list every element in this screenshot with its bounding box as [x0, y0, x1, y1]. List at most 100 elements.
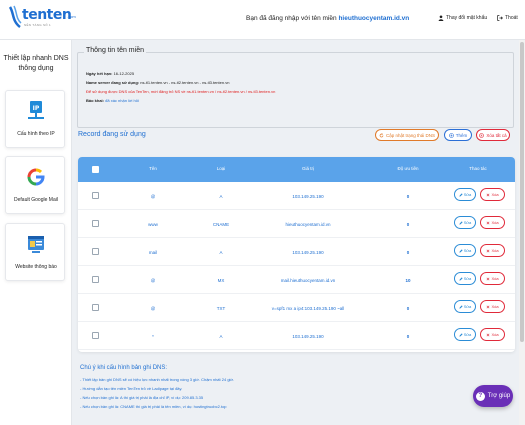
login-prefix: Bạn đã đăng nhập với tên miền	[246, 15, 339, 22]
sidebar-title: Thiết lập nhanh DNS thông dụng	[3, 55, 69, 72]
note-item: - Hướng dẫn tạo tên miền TenTen trỏ về L…	[80, 386, 183, 391]
top-header: tenten .com NỀN TẢNG SỐ 1 Bạn đã đăng nh…	[0, 0, 525, 40]
refresh-icon	[379, 132, 384, 137]
expiry-value: 16-12-2025	[113, 71, 135, 76]
delete-label: Xóa	[491, 332, 499, 337]
help-icon: ?	[475, 391, 485, 401]
google-mail-card[interactable]: Default Google Mail	[5, 156, 65, 214]
record-name: @	[150, 278, 156, 283]
record-priority: 0	[406, 334, 410, 339]
tenten-logo[interactable]: tenten .com NỀN TẢNG SỐ 1	[8, 5, 78, 33]
delete-label: Xóa	[491, 276, 499, 281]
record-value: hieuthuocyentam.id.vn	[285, 222, 331, 227]
change-password-link[interactable]: Thay đổi mật khẩu	[438, 15, 487, 21]
delete-record-button[interactable]: Xóa	[480, 300, 505, 313]
col-actions: Thao tác	[469, 166, 487, 171]
edit-record-button[interactable]: Sửa	[454, 328, 476, 341]
table-row: mail A 103.149.25.190 0 Sửa Xóa	[78, 238, 515, 266]
add-record-button[interactable]: Thêm	[444, 129, 472, 141]
delete-record-button[interactable]: Xóa	[480, 216, 505, 229]
note-item: - Nếu chọn bản ghi là: A thì giá trị phả…	[80, 395, 204, 400]
close-icon	[487, 305, 490, 308]
website-notice-card[interactable]: Website thông báo	[5, 223, 65, 281]
row-checkbox[interactable]	[92, 304, 99, 311]
delete-label: Xóa	[491, 304, 499, 309]
edit-record-button[interactable]: Sửa	[454, 300, 476, 313]
edit-label: Sửa	[463, 220, 472, 225]
delete-record-button[interactable]: Xóa	[480, 272, 505, 285]
col-type: Loại	[216, 166, 226, 171]
logout-link[interactable]: Thoát	[497, 15, 518, 21]
select-all-checkbox[interactable]	[92, 166, 99, 173]
login-domain-link[interactable]: hieuthuocyentam.id.vn	[338, 15, 409, 22]
pencil-icon	[459, 304, 463, 309]
delete-record-button[interactable]: Xóa	[480, 328, 505, 341]
logo-tagline: NỀN TẢNG SỐ 1	[24, 23, 52, 27]
record-name: @	[150, 306, 156, 311]
delete-record-button[interactable]: Xóa	[480, 188, 505, 201]
edit-label: Sửa	[463, 276, 472, 281]
ip-config-card[interactable]: IP Cấu hình theo IP	[5, 90, 65, 148]
update-dns-status-button[interactable]: Cập nhật trạng thái DNS	[375, 129, 439, 141]
scroll-thumb[interactable]	[520, 42, 524, 342]
edit-record-button[interactable]: Sửa	[454, 216, 476, 229]
nameserver-line: Name server đang sử dụng: ns-tl1.tenten.…	[86, 80, 229, 85]
expiry-line: Ngày hết hạn: 16-12-2025	[86, 71, 134, 76]
edit-record-button[interactable]: Sửa	[454, 188, 476, 201]
col-priority: Độ ưu tiên	[397, 166, 419, 171]
website-icon	[28, 236, 44, 253]
pencil-icon	[459, 248, 463, 253]
quick-setup-sidebar: Thiết lập nhanh DNS thông dụng IP Cấu hì…	[0, 40, 72, 425]
row-checkbox[interactable]	[92, 332, 99, 339]
nameserver-value: ns-tl1.tenten.vn - ns-tl2.tenten.vn - ns…	[140, 80, 230, 85]
delete-label: Xóa	[491, 220, 499, 225]
edit-label: Sửa	[463, 248, 472, 253]
dns-records-table: Tên Loại Giá trị Độ ưu tiên Thao tác @ A 1…	[78, 157, 515, 352]
record-value: 103.149.25.190	[292, 194, 324, 199]
gmail-icon	[27, 168, 45, 186]
delete-record-button[interactable]: Xóa	[480, 244, 505, 257]
logo-com: .com	[67, 14, 76, 19]
record-type: MX	[217, 278, 225, 283]
col-value: Giá trị	[301, 166, 314, 171]
close-icon	[487, 221, 490, 224]
table-row: www CNAME hieuthuocyentam.id.vn 0 Sửa Xóa	[78, 210, 515, 238]
edit-record-button[interactable]: Sửa	[454, 244, 476, 257]
record-name: *	[152, 334, 154, 339]
record-name: @	[150, 194, 156, 199]
table-row: @ MX mail.hieuthuocyentam.id.vn 10 Sửa Xóa	[78, 266, 515, 294]
delete-label: Xóa	[491, 192, 499, 197]
record-name: mail	[148, 250, 158, 255]
page-scrollbar[interactable]	[519, 40, 525, 425]
record-name: www	[148, 222, 158, 227]
table-row: @ A 103.149.25.190 0 Sửa Xóa	[78, 182, 515, 210]
row-checkbox[interactable]	[92, 220, 99, 227]
row-checkbox[interactable]	[92, 276, 99, 283]
row-checkbox[interactable]	[92, 192, 99, 199]
help-button[interactable]: ? Trợ giúp	[473, 385, 513, 407]
login-info: Bạn đã đăng nhập với tên miền hieuthuocy…	[246, 15, 409, 22]
note-item: - Thiết lập bản ghi DNS sẽ có hiệu lực n…	[80, 377, 235, 382]
records-title: Record đang sử dụng	[78, 131, 146, 138]
logo-text: tenten	[22, 7, 72, 23]
delete-all-button[interactable]: Xóa tất cả	[476, 129, 510, 141]
record-value: 103.149.25.190	[292, 250, 324, 255]
row-checkbox[interactable]	[92, 248, 99, 255]
record-value: v=spf1 mx a ip4:103.149.25.190 ~all	[271, 306, 345, 311]
record-value: mail.hieuthuocyentam.id.vn	[280, 278, 336, 283]
record-priority: 10	[405, 278, 411, 283]
table-row: * A 103.149.25.190 0 Sửa Xóa	[78, 322, 515, 350]
note-item: - Nếu chọn bản ghi là: CNAME thì giá trị…	[80, 404, 227, 409]
record-type: A	[219, 194, 223, 199]
nameserver-label: Name server đang sử dụng:	[86, 80, 140, 85]
record-type: A	[219, 334, 223, 339]
notes-title: Chú ý khi cấu hình bản ghi DNS:	[80, 365, 168, 371]
close-icon	[487, 277, 490, 280]
record-type: CNAME	[212, 222, 230, 227]
record-type: A	[219, 250, 223, 255]
google-mail-label: Default Google Mail	[14, 197, 58, 203]
help-label: Trợ giúp	[487, 393, 511, 399]
col-name: Tên	[149, 166, 157, 171]
record-priority: 0	[406, 250, 410, 255]
edit-record-button[interactable]: Sửa	[454, 272, 476, 285]
